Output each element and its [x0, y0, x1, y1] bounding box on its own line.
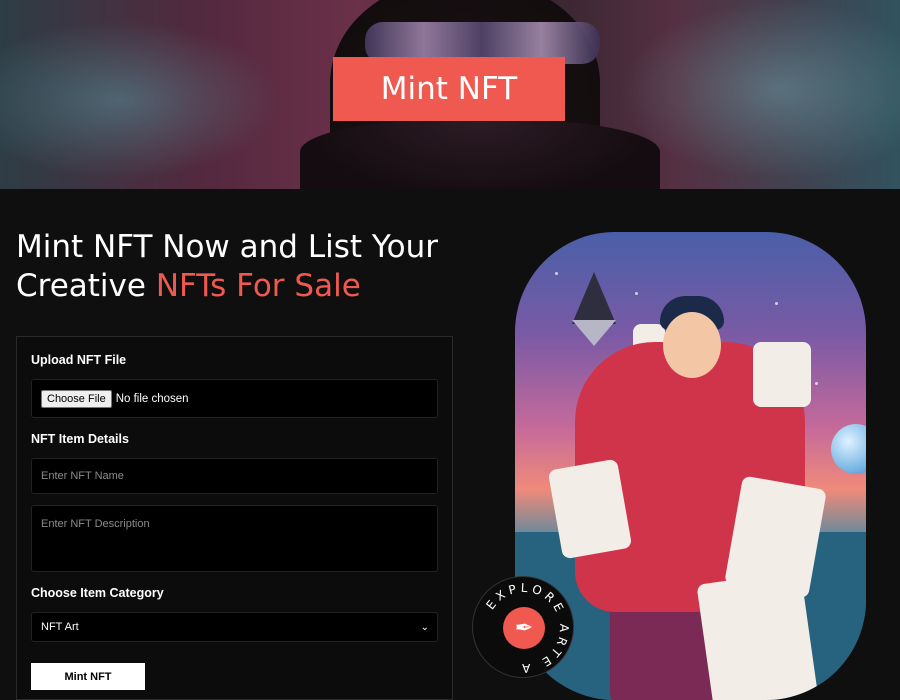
star-dot — [815, 382, 818, 385]
chevron-down-icon: ⌄ — [420, 621, 429, 633]
nft-name-input[interactable]: Enter NFT Name — [31, 458, 438, 494]
mint-form: Upload NFT File Choose File No file chos… — [16, 336, 453, 700]
heading-line-2-accent: NFTs For Sale — [155, 268, 361, 304]
upload-label: Upload NFT File — [31, 353, 127, 367]
file-input[interactable]: Choose File No file chosen — [31, 379, 438, 418]
nft-description-textarea[interactable]: Enter NFT Description — [31, 505, 438, 572]
category-label: Choose Item Category — [31, 586, 164, 600]
ethereum-icon-lower — [572, 320, 616, 346]
star-dot — [635, 292, 638, 295]
page-title: Mint NFT — [333, 57, 565, 121]
explore-arte-badge: EXPLORE ARTE A ✒ — [472, 576, 574, 678]
details-label: NFT Item Details — [31, 432, 129, 446]
mint-nft-button[interactable]: Mint NFT — [31, 663, 145, 690]
heading-line-2-plain: Creative — [16, 268, 156, 304]
file-status: No file chosen — [115, 392, 189, 405]
character-face — [663, 312, 721, 378]
heading-line-1: Mint NFT Now and List Your — [16, 229, 439, 265]
category-select[interactable]: NFT Art ⌄ — [31, 612, 438, 642]
quill-icon: ✒ — [503, 607, 545, 649]
ethereum-icon — [572, 272, 616, 324]
choose-file-button[interactable]: Choose File — [41, 389, 112, 408]
star-dot — [775, 302, 778, 305]
intro-heading: Mint NFT Now and List Your Creative NFTs… — [16, 228, 438, 306]
planet-icon — [831, 424, 866, 474]
star-dot — [555, 272, 558, 275]
category-selected-value: NFT Art — [41, 621, 79, 633]
nft-card — [753, 342, 811, 407]
nft-card — [696, 570, 819, 700]
